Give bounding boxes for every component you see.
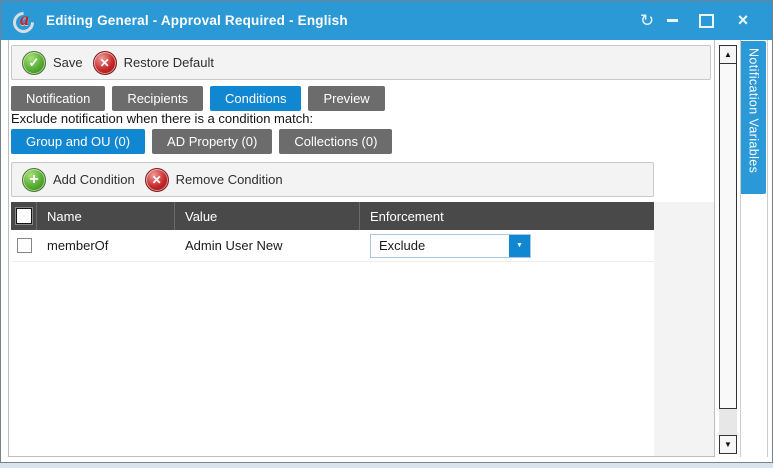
select-all-checkbox[interactable]: [16, 208, 32, 224]
enforcement-dropdown[interactable]: Exclude ▼: [370, 234, 531, 258]
enforcement-selected-value: Exclude: [371, 235, 509, 257]
tab-notification[interactable]: Notification: [11, 86, 105, 111]
header-enforcement: Enforcement: [360, 202, 656, 230]
notification-variables-tab[interactable]: Notification Variables: [741, 41, 766, 194]
remove-condition-label: Remove Condition: [176, 172, 283, 187]
window-title: Editing General - Approval Required - En…: [46, 1, 348, 40]
title-bar: a Editing General - Approval Required - …: [1, 1, 772, 40]
add-condition-label: Add Condition: [53, 172, 135, 187]
add-plus-icon: +: [22, 168, 46, 192]
scrollbar-thumb[interactable]: [719, 63, 737, 409]
close-icon: ×: [738, 10, 749, 31]
dialog-window: a Editing General - Approval Required - …: [0, 0, 773, 463]
scroll-down-button[interactable]: ▼: [719, 435, 737, 454]
header-checkbox-cell: [11, 202, 37, 230]
main-toolbar: ✓ Save ✕ Restore Default: [11, 45, 711, 80]
main-tab-bar: Notification Recipients Conditions Previ…: [11, 86, 385, 111]
row-checkbox[interactable]: [17, 238, 32, 253]
row-checkbox-cell: [11, 238, 37, 253]
save-check-icon: ✓: [22, 51, 46, 75]
restore-default-label: Restore Default: [124, 55, 214, 70]
close-button[interactable]: ×: [730, 1, 756, 40]
dropdown-button[interactable]: ▼: [509, 235, 530, 257]
tab-conditions[interactable]: Conditions: [210, 86, 301, 111]
vertical-scrollbar[interactable]: ▲ ▼: [719, 45, 737, 454]
app-logo-icon: a: [13, 9, 37, 33]
row-name: memberOf: [37, 238, 175, 253]
remove-condition-button[interactable]: ✕ Remove Condition: [145, 168, 283, 192]
save-label: Save: [53, 55, 83, 70]
refresh-icon: ↻: [640, 11, 654, 31]
condition-type-tab-bar: Group and OU (0) AD Property (0) Collect…: [11, 129, 392, 154]
logo-letter: a: [20, 9, 29, 30]
save-button[interactable]: ✓ Save: [22, 51, 83, 75]
remove-x-icon: ✕: [145, 168, 169, 192]
tab-group-and-ou[interactable]: Group and OU (0): [11, 129, 145, 154]
row-value: Admin User New: [175, 238, 360, 253]
restore-x-icon: ✕: [93, 51, 117, 75]
header-value: Value: [175, 202, 360, 230]
content-panel: ✓ Save ✕ Restore Default Notification Re…: [8, 40, 715, 457]
header-name: Name: [37, 202, 175, 230]
maximize-button[interactable]: [693, 1, 719, 40]
row-enforcement-cell: Exclude ▼: [360, 234, 656, 258]
tab-preview[interactable]: Preview: [308, 86, 384, 111]
tab-ad-property[interactable]: AD Property (0): [152, 129, 272, 154]
scroll-down-icon: ▼: [724, 440, 732, 449]
minimize-icon: [667, 19, 678, 22]
tab-collections[interactable]: Collections (0): [279, 129, 392, 154]
maximize-icon: [699, 14, 714, 28]
tab-recipients[interactable]: Recipients: [112, 86, 203, 111]
refresh-button[interactable]: ↻: [634, 1, 660, 40]
minimize-button[interactable]: [659, 1, 685, 40]
conditions-table-header: Name Value Enforcement: [11, 202, 656, 230]
condition-toolbar: + Add Condition ✕ Remove Condition: [11, 162, 654, 197]
restore-default-button[interactable]: ✕ Restore Default: [93, 51, 214, 75]
scroll-up-icon: ▲: [724, 50, 732, 59]
chevron-down-icon: ▼: [516, 242, 523, 249]
scroll-up-button[interactable]: ▲: [719, 45, 737, 64]
add-condition-button[interactable]: + Add Condition: [22, 168, 135, 192]
notification-variables-label: Notification Variables: [747, 41, 761, 194]
table-row: memberOf Admin User New Exclude ▼: [11, 230, 656, 262]
exclude-condition-caption: Exclude notification when there is a con…: [11, 111, 313, 126]
grid-right-filler: [654, 202, 714, 456]
